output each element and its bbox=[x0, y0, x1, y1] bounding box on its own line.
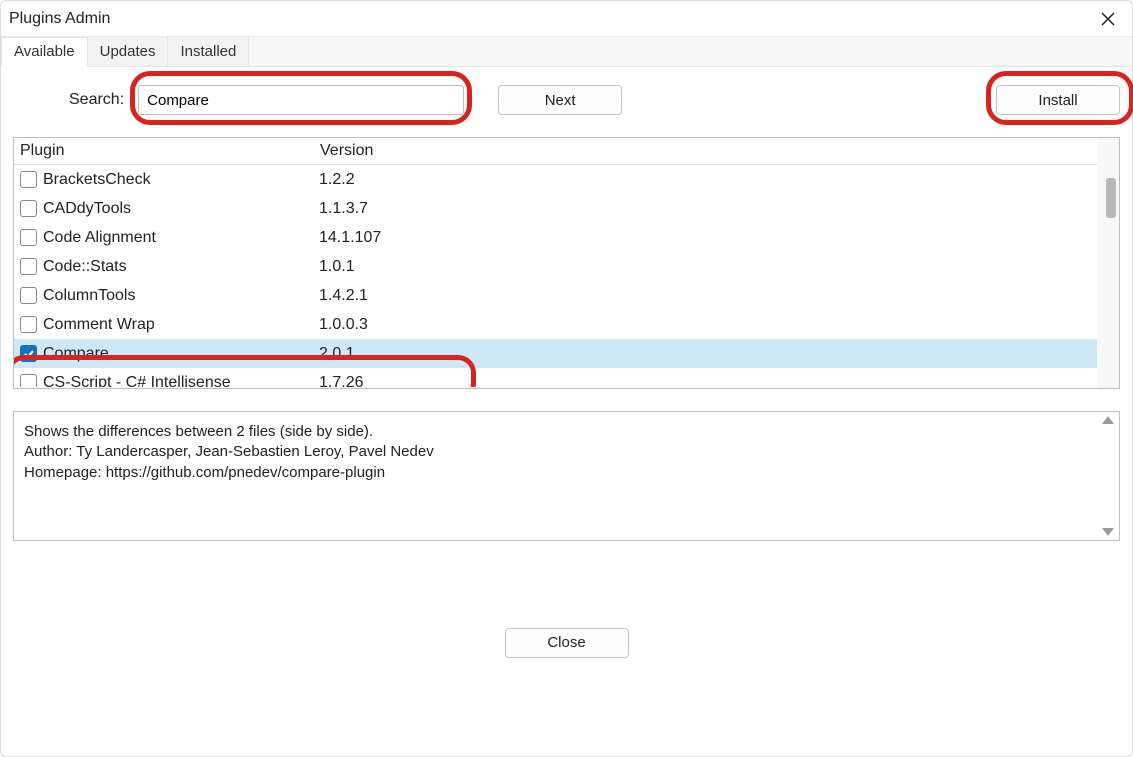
plugins-admin-window: Plugins Admin Available Updates Installe… bbox=[0, 0, 1133, 757]
column-header-spacer bbox=[458, 138, 1119, 164]
description-line: Author: Ty Landercasper, Jean-Sebastien … bbox=[24, 442, 1095, 462]
titlebar: Plugins Admin bbox=[1, 1, 1132, 37]
checkbox[interactable] bbox=[20, 229, 37, 246]
plugin-name: Comment Wrap bbox=[43, 316, 319, 334]
list-item[interactable]: ColumnTools 1.4.2.1 bbox=[14, 281, 1119, 310]
close-icon bbox=[1101, 12, 1115, 26]
close-dialog-button[interactable]: Close bbox=[505, 628, 629, 658]
list-item[interactable]: CS-Script - C# Intellisense 1.7.26 bbox=[14, 368, 1119, 387]
checkbox[interactable] bbox=[20, 374, 37, 387]
checkbox[interactable] bbox=[20, 287, 37, 304]
list-item[interactable]: CADdyTools 1.1.3.7 bbox=[14, 194, 1119, 223]
list-header: Plugin Version bbox=[14, 138, 1119, 165]
description-panel: Shows the differences between 2 files (s… bbox=[13, 411, 1120, 541]
list-item[interactable]: BracketsCheck 1.2.2 bbox=[14, 165, 1119, 194]
checkbox[interactable] bbox=[20, 316, 37, 333]
checkbox[interactable] bbox=[20, 258, 37, 275]
search-input-wrap bbox=[138, 85, 464, 115]
plugin-name: Code Alignment bbox=[43, 229, 319, 247]
check-icon bbox=[23, 348, 35, 360]
tab-installed[interactable]: Installed bbox=[168, 37, 249, 66]
window-title: Plugins Admin bbox=[9, 10, 110, 28]
next-button[interactable]: Next bbox=[498, 85, 622, 115]
scroll-down-icon[interactable] bbox=[1102, 528, 1114, 536]
column-header-plugin[interactable]: Plugin bbox=[14, 138, 314, 164]
plugin-name: ColumnTools bbox=[43, 287, 319, 305]
column-header-version[interactable]: Version bbox=[314, 138, 458, 164]
search-input[interactable] bbox=[138, 85, 464, 115]
footer: Close bbox=[13, 541, 1120, 744]
plugin-version: 1.0.0.3 bbox=[319, 316, 463, 334]
scroll-up-icon[interactable] bbox=[1102, 416, 1114, 424]
install-button-wrap: Install bbox=[996, 85, 1120, 115]
plugin-name: CADdyTools bbox=[43, 200, 319, 218]
plugin-version: 1.0.1 bbox=[319, 258, 463, 276]
plugin-version: 2.0.1 bbox=[319, 345, 463, 363]
close-button[interactable] bbox=[1096, 7, 1120, 31]
plugin-name: Compare bbox=[43, 345, 319, 363]
scroll-thumb[interactable] bbox=[1106, 178, 1116, 218]
description-line: Shows the differences between 2 files (s… bbox=[24, 422, 1095, 442]
tab-content: Search: Next Install Plugin Version bbox=[1, 67, 1132, 756]
checkbox[interactable] bbox=[20, 171, 37, 188]
plugin-list: Plugin Version BracketsCheck 1.2.2 CADdy… bbox=[13, 137, 1120, 389]
tab-available[interactable]: Available bbox=[1, 37, 88, 67]
description-line: Homepage: https://github.com/pnedev/comp… bbox=[24, 463, 1095, 483]
checkbox[interactable] bbox=[20, 200, 37, 217]
list-scrollbar[interactable] bbox=[1097, 138, 1119, 388]
plugin-name: CS-Script - C# Intellisense bbox=[43, 374, 319, 388]
search-row: Search: Next Install bbox=[13, 85, 1120, 115]
plugin-version: 1.4.2.1 bbox=[319, 287, 463, 305]
list-item[interactable]: Code Alignment 14.1.107 bbox=[14, 223, 1119, 252]
install-button[interactable]: Install bbox=[996, 85, 1120, 115]
plugin-version: 14.1.107 bbox=[319, 229, 463, 247]
plugin-version: 1.1.3.7 bbox=[319, 200, 463, 218]
tabs: Available Updates Installed bbox=[1, 37, 1132, 67]
list-body: BracketsCheck 1.2.2 CADdyTools 1.1.3.7 C… bbox=[14, 165, 1119, 387]
list-item[interactable]: Code::Stats 1.0.1 bbox=[14, 252, 1119, 281]
plugin-version: 1.7.26 bbox=[319, 374, 463, 388]
checkbox[interactable] bbox=[20, 345, 37, 362]
list-item[interactable]: Comment Wrap 1.0.0.3 bbox=[14, 310, 1119, 339]
tab-updates[interactable]: Updates bbox=[88, 37, 169, 66]
list-item[interactable]: Compare 2.0.1 bbox=[14, 339, 1119, 368]
search-label: Search: bbox=[69, 91, 124, 109]
plugin-version: 1.2.2 bbox=[319, 171, 463, 189]
description-scrollbar[interactable] bbox=[1097, 412, 1119, 540]
plugin-name: BracketsCheck bbox=[43, 171, 319, 189]
plugin-name: Code::Stats bbox=[43, 258, 319, 276]
